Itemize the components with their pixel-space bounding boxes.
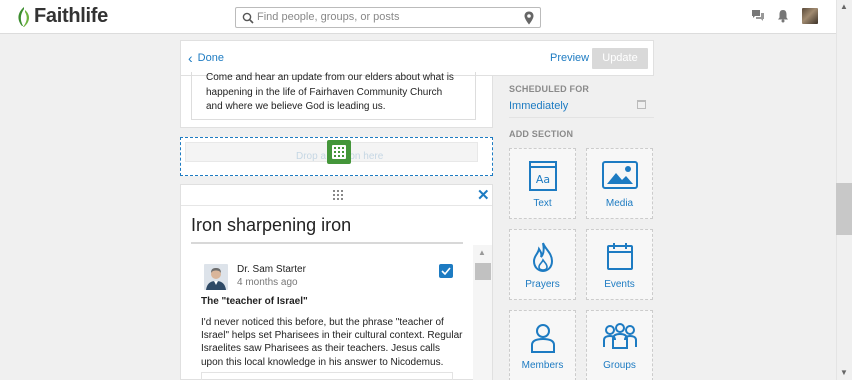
post-section-card[interactable]: ✕ Iron sharpening iron Dr. Sam Starter 4… [180,184,493,380]
schedule-selector[interactable]: Immediately [509,100,568,112]
drag-handle-icon[interactable] [327,140,351,164]
author-avatar [204,264,228,290]
add-prayers-section-button[interactable]: Prayers [509,229,576,300]
add-members-section-button[interactable]: Members [509,310,576,380]
calendar-icon [606,243,633,270]
scheduled-for-label: SCHEDULED FOR [509,84,590,94]
add-media-section-button[interactable]: Media [586,148,653,219]
divider [181,205,492,206]
post-timestamp: 4 months ago [237,277,298,288]
calendar-small-icon[interactable] [637,100,646,109]
checkmark-icon [441,267,451,275]
tile-label: Events [604,279,635,290]
brand-name: Faithlife [34,5,108,27]
prayer-flame-icon [532,242,553,272]
post-scroll-up-icon[interactable]: ▲ [478,248,486,257]
tile-label: Media [605,198,634,209]
section-title-input[interactable]: Iron sharpening iron [191,215,351,236]
user-avatar[interactable] [802,8,818,24]
preview-button[interactable]: Preview [550,52,589,64]
groups-people-icon [602,323,637,349]
location-pin-icon[interactable] [524,11,534,25]
post-body-text: I'd never noticed this before, but the p… [201,317,463,368]
done-button[interactable]: ‹ Done [188,49,224,66]
add-text-section-button[interactable]: Aa Text [509,148,576,219]
tile-label: Members [521,360,564,371]
update-button[interactable]: Update [592,48,648,69]
post-preview: Dr. Sam Starter 4 months ago The "teache… [181,246,470,380]
done-label: Done [197,52,224,64]
text-section-icon: Aa [528,161,557,191]
add-events-section-button[interactable]: Events [586,229,653,300]
tile-label: Text [533,198,552,209]
notifications-bell-icon[interactable] [777,9,789,23]
divider [509,117,654,118]
text-section-card[interactable]: Come and hear an update from our elders … [180,72,493,128]
post-heading: The "teacher of Israel" [201,296,308,307]
add-section-label: ADD SECTION [509,129,574,139]
add-groups-section-button[interactable]: Groups [586,310,653,380]
search-input[interactable]: Find people, groups, or posts [235,7,541,28]
tile-label: Groups [603,360,636,371]
faithlife-leaf-icon [18,6,30,27]
scroll-up-arrow-icon[interactable]: ▲ [840,2,848,11]
post-select-checkbox[interactable] [439,264,453,278]
post-embed-box [201,372,453,380]
svg-text:Aa: Aa [535,173,549,186]
faithlife-logo[interactable]: Faithlife [16,5,108,28]
top-navigation-bar: Faithlife Find people, groups, or posts [0,0,836,34]
messages-icon[interactable] [751,9,765,22]
close-icon[interactable]: ✕ [477,186,490,204]
post-scrollbar-thumb[interactable] [475,263,491,280]
page-scrollbar-thumb[interactable] [836,183,852,235]
search-placeholder: Find people, groups, or posts [257,11,400,23]
card-grip-icon[interactable] [333,190,343,200]
title-underline [191,242,463,244]
media-image-icon [601,161,638,189]
search-icon [242,12,254,24]
member-person-icon [530,324,555,353]
tile-label: Prayers [525,279,560,290]
scroll-down-arrow-icon[interactable]: ▼ [840,368,848,377]
author-name[interactable]: Dr. Sam Starter [237,264,306,275]
text-section-content[interactable]: Come and hear an update from our elders … [206,71,461,115]
chevron-left-icon: ‹ [188,49,193,66]
